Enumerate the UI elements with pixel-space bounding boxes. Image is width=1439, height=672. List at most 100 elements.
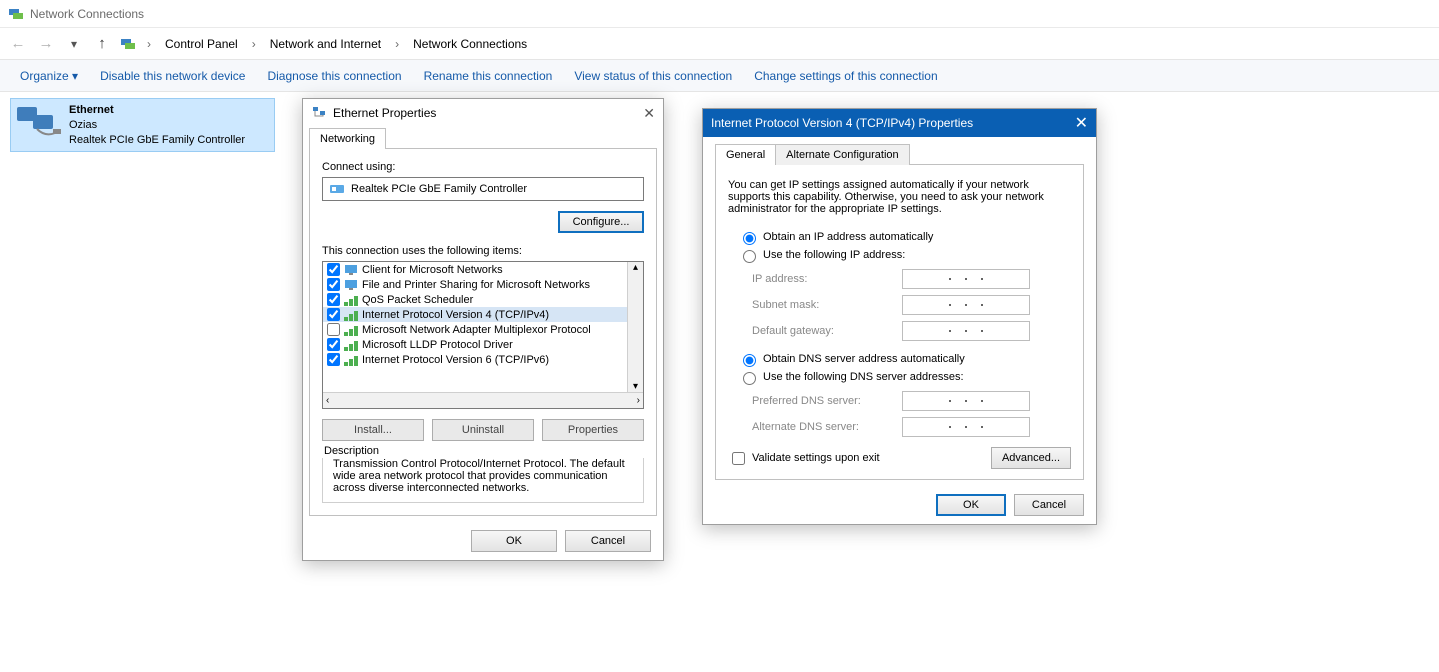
alternate-dns-label: Alternate DNS server: (752, 421, 902, 433)
subnet-field[interactable] (902, 295, 1030, 315)
cancel-button[interactable]: Cancel (565, 530, 651, 552)
breadcrumb-control-panel[interactable]: Control Panel (162, 37, 241, 51)
validate-checkbox-input[interactable] (732, 452, 745, 465)
close-icon[interactable]: ✕ (643, 105, 655, 122)
preferred-dns-label: Preferred DNS server: (752, 395, 902, 407)
rename-connection[interactable]: Rename this connection (424, 69, 553, 83)
ipv4-dialog-title: Internet Protocol Version 4 (TCP/IPv4) P… (711, 116, 973, 130)
description-text: Transmission Control Protocol/Internet P… (323, 458, 643, 502)
adapter-name: Realtek PCIe GbE Family Controller (351, 183, 527, 195)
address-bar: ← → ▾ ↑ › Control Panel › Network and In… (0, 28, 1439, 60)
horizontal-scrollbar[interactable]: ‹› (323, 392, 643, 408)
window-titlebar: Network Connections (0, 0, 1439, 28)
gateway-label: Default gateway: (752, 325, 902, 337)
organize-menu[interactable]: Organize ▾ (20, 69, 78, 83)
connection-network: Ozias (69, 118, 245, 133)
close-icon[interactable]: ✕ (1075, 113, 1088, 133)
radio-use-dns-input[interactable] (743, 372, 756, 385)
radio-use-ip[interactable]: Use the following IP address: (738, 247, 1071, 263)
breadcrumb-network-connections[interactable]: Network Connections (410, 37, 530, 51)
window-title: Network Connections (30, 7, 144, 21)
network-icon (311, 105, 327, 121)
item-label: QoS Packet Scheduler (362, 294, 473, 306)
item-label: Internet Protocol Version 4 (TCP/IPv4) (362, 309, 549, 321)
item-checkbox[interactable] (327, 263, 340, 276)
cancel-button[interactable]: Cancel (1014, 494, 1084, 516)
network-protocol-icon (344, 294, 358, 306)
item-label: Internet Protocol Version 6 (TCP/IPv6) (362, 354, 549, 366)
item-checkbox[interactable] (327, 308, 340, 321)
forward-button[interactable]: → (36, 35, 56, 52)
uninstall-button[interactable]: Uninstall (432, 419, 534, 441)
ok-button[interactable]: OK (936, 494, 1006, 516)
network-icon (8, 6, 24, 22)
tab-alternate-configuration[interactable]: Alternate Configuration (775, 144, 910, 165)
toolbar: Organize ▾ Disable this network device D… (0, 60, 1439, 92)
network-icon (120, 36, 136, 52)
radio-use-dns[interactable]: Use the following DNS server addresses: (738, 369, 1071, 385)
item-label: File and Printer Sharing for Microsoft N… (362, 279, 590, 291)
connect-using-label: Connect using: (322, 161, 644, 173)
item-checkbox[interactable] (327, 338, 340, 351)
preferred-dns-field[interactable] (902, 391, 1030, 411)
radio-obtain-dns[interactable]: Obtain DNS server address automatically (738, 351, 1071, 367)
connection-item[interactable]: Internet Protocol Version 6 (TCP/IPv6) (323, 352, 627, 367)
view-status[interactable]: View status of this connection (574, 69, 732, 83)
radio-obtain-ip[interactable]: Obtain an IP address automatically (738, 229, 1071, 245)
intro-text: You can get IP settings assigned automat… (728, 179, 1071, 215)
connection-adapter: Realtek PCIe GbE Family Controller (69, 133, 245, 148)
up-button[interactable]: ↑ (92, 35, 112, 52)
connection-item[interactable]: File and Printer Sharing for Microsoft N… (323, 277, 627, 292)
alternate-dns-field[interactable] (902, 417, 1030, 437)
disable-device[interactable]: Disable this network device (100, 69, 245, 83)
diagnose-connection[interactable]: Diagnose this connection (267, 69, 401, 83)
configure-button[interactable]: Configure... (558, 211, 644, 233)
tab-networking[interactable]: Networking (309, 128, 386, 149)
tab-general[interactable]: General (715, 144, 776, 165)
radio-obtain-ip-input[interactable] (743, 232, 756, 245)
item-checkbox[interactable] (327, 293, 340, 306)
monitor-icon (344, 279, 358, 291)
network-protocol-icon (344, 309, 358, 321)
change-settings[interactable]: Change settings of this connection (754, 69, 937, 83)
item-label: Microsoft Network Adapter Multiplexor Pr… (362, 324, 591, 336)
connection-item[interactable]: Microsoft Network Adapter Multiplexor Pr… (323, 322, 627, 337)
ip-address-field[interactable] (902, 269, 1030, 289)
ok-button[interactable]: OK (471, 530, 557, 552)
item-checkbox[interactable] (327, 278, 340, 291)
description-label: Description (322, 441, 644, 459)
network-protocol-icon (344, 324, 358, 336)
ip-address-label: IP address: (752, 273, 902, 285)
vertical-scrollbar[interactable]: ▴▾ (627, 262, 643, 392)
item-checkbox[interactable] (327, 323, 340, 336)
connection-name: Ethernet (69, 103, 245, 118)
validate-checkbox[interactable]: Validate settings upon exit (728, 449, 880, 468)
ipv4-properties-dialog: Internet Protocol Version 4 (TCP/IPv4) P… (702, 108, 1097, 525)
network-protocol-icon (344, 354, 358, 366)
connection-item-ethernet[interactable]: Ethernet Ozias Realtek PCIe GbE Family C… (10, 98, 275, 152)
monitor-icon (344, 264, 358, 276)
connection-icon (15, 103, 63, 143)
connection-item[interactable]: Microsoft LLDP Protocol Driver (323, 337, 627, 352)
connection-item[interactable]: QoS Packet Scheduler (323, 292, 627, 307)
adapter-icon (329, 181, 345, 197)
items-listbox: Client for Microsoft Networks File and Pr… (322, 261, 644, 409)
breadcrumb-network-internet[interactable]: Network and Internet (267, 37, 384, 51)
subnet-label: Subnet mask: (752, 299, 902, 311)
radio-use-ip-input[interactable] (743, 250, 756, 263)
item-label: Client for Microsoft Networks (362, 264, 503, 276)
uses-items-label: This connection uses the following items… (322, 245, 644, 257)
back-button[interactable]: ← (8, 35, 28, 52)
install-button[interactable]: Install... (322, 419, 424, 441)
item-checkbox[interactable] (327, 353, 340, 366)
radio-obtain-dns-input[interactable] (743, 354, 756, 367)
ethernet-properties-dialog: Ethernet Properties ✕ Networking Connect… (302, 98, 664, 561)
connection-item[interactable]: Internet Protocol Version 4 (TCP/IPv4) (323, 307, 627, 322)
eth-dialog-title: Ethernet Properties (333, 106, 436, 120)
adapter-field[interactable]: Realtek PCIe GbE Family Controller (322, 177, 644, 201)
connection-item[interactable]: Client for Microsoft Networks (323, 262, 627, 277)
advanced-button[interactable]: Advanced... (991, 447, 1071, 469)
properties-button[interactable]: Properties (542, 419, 644, 441)
recent-dropdown[interactable]: ▾ (64, 37, 84, 51)
gateway-field[interactable] (902, 321, 1030, 341)
